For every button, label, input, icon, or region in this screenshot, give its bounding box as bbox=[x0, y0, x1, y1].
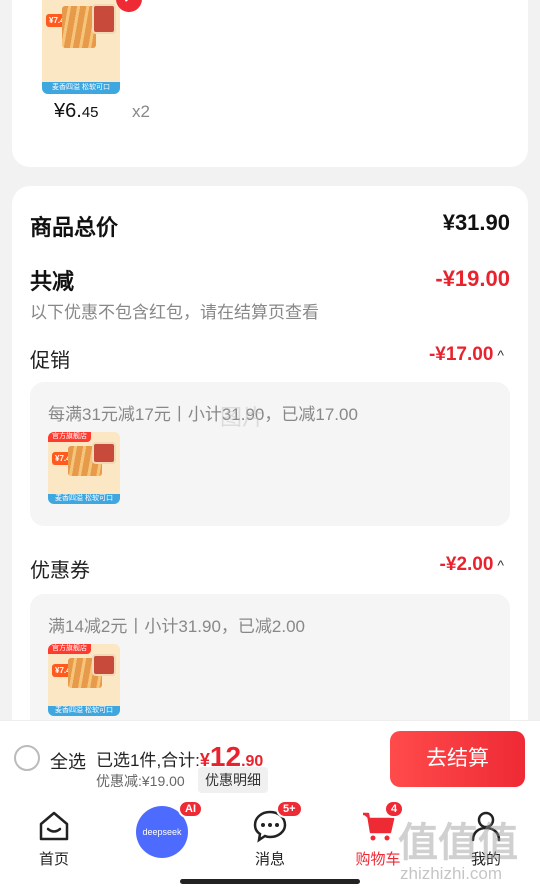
promotion-toggle[interactable]: -¥17.00 ^ bbox=[429, 344, 504, 366]
coupon-label: 优惠券 bbox=[30, 560, 90, 582]
coupon-value: -¥2.00 bbox=[439, 554, 494, 575]
select-all-label[interactable]: 全选 bbox=[50, 748, 86, 774]
item-quantity: x2 bbox=[132, 102, 150, 121]
item-price: ¥6.45 bbox=[54, 100, 99, 123]
discount-note: 以下优惠不包含红包，请在结算页查看 bbox=[30, 303, 319, 322]
checkout-bar: 全选 已选1件,合计:¥12.90 优惠减:¥19.00 优惠明细 去结算 bbox=[0, 720, 540, 800]
jar-image bbox=[92, 442, 116, 464]
coupon-detail: 满14减2元丨小计31.90，已减2.00 bbox=[48, 617, 305, 636]
home-indicator bbox=[180, 879, 360, 884]
select-all-radio[interactable] bbox=[14, 745, 40, 771]
goods-total-value: ¥31.90 bbox=[442, 210, 510, 235]
site-watermark: 值值值 bbox=[398, 821, 518, 865]
selected-total-prefix: 已选1件,合计: bbox=[96, 751, 200, 770]
site-watermark-url: zhizhizhi.com bbox=[400, 864, 503, 883]
store-badge: 官方旗舰店 bbox=[48, 432, 91, 442]
item-price-dec: 45 bbox=[81, 104, 99, 121]
promotion-value: -¥17.00 bbox=[428, 344, 494, 365]
tab-messages-label: 消息 bbox=[254, 851, 285, 868]
promotion-product-thumbnail[interactable]: 官方旗舰店 ¥7.45 麦香四溢 松软可口 bbox=[48, 432, 120, 504]
promotion-panel: 每满31元减17元丨小计31.90，已减17.00 官方旗舰店 ¥7.45 麦香… bbox=[30, 382, 510, 526]
jar-image bbox=[92, 654, 116, 676]
deepseek-label: deepseek bbox=[142, 827, 182, 837]
total-reduce-value: -¥19.00 bbox=[435, 266, 510, 291]
item-price-int: ¥6. bbox=[54, 100, 82, 122]
chevron-up-icon: ^ bbox=[497, 557, 504, 573]
coupon-toggle[interactable]: -¥2.00 ^ bbox=[440, 554, 504, 576]
checkout-button[interactable]: 去结算 bbox=[390, 731, 525, 787]
ai-badge: AI bbox=[178, 800, 203, 818]
faint-watermark: 图片 bbox=[220, 405, 265, 430]
promotion-detail: 每满31元减17元丨小计31.90，已减17.00 bbox=[48, 405, 358, 424]
promotion-label: 促销 bbox=[30, 350, 70, 372]
goods-total-label: 商品总价 bbox=[30, 215, 119, 240]
thumb-slogan: 麦香四溢 松软可口 bbox=[48, 494, 120, 504]
thumb-slogan: 麦香四溢 松软可口 bbox=[48, 706, 120, 716]
total-reduce-label: 共减 bbox=[30, 269, 75, 294]
coupon-product-thumbnail[interactable]: 官方旗舰店 ¥7.45 麦香四溢 松软可口 bbox=[48, 644, 120, 716]
home-icon bbox=[39, 811, 69, 841]
chevron-up-icon: ^ bbox=[497, 347, 504, 363]
messages-badge: 5+ bbox=[276, 800, 303, 818]
jar-image bbox=[92, 4, 116, 34]
product-thumbnail[interactable]: 官方旗舰店 ¥7.45 麦香四溢 松软可口 bbox=[42, 0, 120, 94]
discount-amount: 优惠减:¥19.00 bbox=[96, 773, 185, 789]
top-product-card: 官方旗舰店 ¥7.45 麦香四溢 松软可口 ✓ ¥6.45 x2 bbox=[12, 0, 528, 167]
price-summary-card: 商品总价 ¥31.90 共减 -¥19.00 以下优惠不包含红包，请在结算页查看… bbox=[12, 186, 528, 746]
bread-sticks-image bbox=[62, 6, 96, 48]
store-badge: 官方旗舰店 bbox=[48, 644, 91, 654]
discount-detail-button[interactable]: 优惠明细 bbox=[198, 767, 268, 793]
tab-home-label: 首页 bbox=[38, 851, 69, 868]
thumb-slogan: 麦香四溢 松软可口 bbox=[42, 82, 120, 94]
